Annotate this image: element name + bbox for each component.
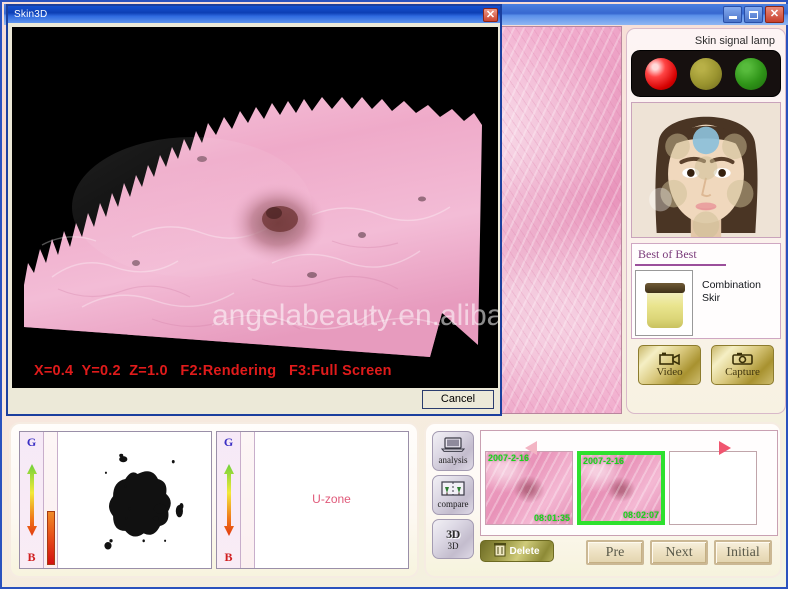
analysis-results-card: G B G B U-zone bbox=[9, 422, 419, 578]
trash-icon bbox=[494, 542, 507, 560]
close-icon: ✕ bbox=[485, 8, 496, 21]
skin-3d-surface-icon bbox=[12, 27, 498, 389]
best-of-best-title: Best of Best bbox=[635, 246, 726, 266]
laptop-icon bbox=[440, 437, 466, 454]
skin3d-close-button[interactable]: ✕ bbox=[483, 7, 498, 22]
video-button[interactable]: Video bbox=[638, 345, 701, 385]
analysis-button[interactable]: analysis bbox=[432, 431, 474, 471]
cream-lid-icon bbox=[645, 283, 685, 293]
minimize-icon bbox=[728, 15, 737, 19]
media-button-group: Video Capture bbox=[631, 345, 781, 385]
bottom-area: G B G B U-zone analysis compare 3D 3D 20… bbox=[6, 416, 786, 588]
signal-lamp-box bbox=[631, 50, 781, 97]
gb-scale: G B bbox=[20, 432, 44, 568]
best-of-best-body: Combination Skir bbox=[635, 270, 777, 336]
navigation-button-group: Pre Next Initial bbox=[586, 540, 772, 565]
thumbnail-item-selected[interactable]: 2007-2-16 08:02:07 bbox=[577, 451, 665, 525]
delete-label: Delete bbox=[509, 545, 540, 557]
skin3d-dialog: Skin3D ✕ angelabeauty.en.aliba X=0.4 Y=0… bbox=[6, 4, 502, 416]
delete-button[interactable]: Delete bbox=[480, 540, 554, 562]
product-name: Combination Skir bbox=[702, 279, 761, 304]
right-sidebar: Skin signal lamp Best of Best Combinatio… bbox=[626, 28, 786, 414]
face-zone-diagram[interactable] bbox=[631, 102, 781, 238]
thumbnail-item-empty[interactable] bbox=[669, 451, 757, 525]
next-button[interactable]: Next bbox=[650, 540, 708, 565]
lamp-yellow-icon bbox=[689, 57, 722, 90]
skin-surface-mesh bbox=[12, 27, 498, 389]
uzone-label: U-zone bbox=[312, 491, 351, 506]
close-icon: ✕ bbox=[769, 8, 780, 20]
scale-label-top: G bbox=[223, 435, 234, 449]
capture-button[interactable]: Capture bbox=[711, 345, 774, 385]
cancel-button[interactable]: Cancel bbox=[422, 389, 494, 409]
thumbnail-date-bottom: 08:01:35 bbox=[533, 513, 570, 523]
maximize-button[interactable] bbox=[744, 6, 763, 23]
scale-gradient-arrow-icon bbox=[222, 450, 236, 550]
scale-gradient-arrow-icon bbox=[25, 450, 39, 550]
gallery-card: analysis compare 3D 3D 2007-2-16 08:01:3… bbox=[424, 422, 782, 578]
initial-button[interactable]: Initial bbox=[714, 540, 772, 565]
level-bar bbox=[47, 510, 55, 565]
compare-button[interactable]: compare bbox=[432, 475, 474, 515]
face-illustration-icon bbox=[632, 103, 780, 237]
level-indicator-column bbox=[44, 432, 58, 568]
prev-arrow-icon[interactable] bbox=[521, 439, 543, 462]
skin3d-titlebar[interactable]: Skin3D ✕ bbox=[8, 6, 500, 23]
best-of-best-panel: Best of Best Combination Skir bbox=[631, 243, 781, 339]
next-arrow-icon[interactable] bbox=[713, 439, 735, 462]
thumbnail-date-top: 2007-2-16 bbox=[583, 456, 625, 466]
pigment-blob-icon bbox=[58, 432, 211, 568]
camera-icon bbox=[731, 352, 753, 365]
application-window: ✕ angelabeauty.en.alibaba.com Skin signa… bbox=[0, 0, 788, 589]
tool-button-column: analysis compare 3D 3D bbox=[432, 431, 474, 559]
compare-icon bbox=[441, 481, 465, 498]
cream-jar-icon bbox=[647, 290, 683, 328]
signal-lamp-title: Skin signal lamp bbox=[694, 35, 775, 47]
pigment-analysis-panel[interactable]: G B bbox=[19, 431, 212, 569]
analysis-label: analysis bbox=[438, 455, 468, 465]
uzone-analysis-panel[interactable]: G B U-zone bbox=[216, 431, 409, 569]
minimize-button[interactable] bbox=[723, 6, 742, 23]
capture-label: Capture bbox=[725, 366, 760, 378]
product-thumbnail[interactable] bbox=[635, 270, 693, 336]
close-button[interactable]: ✕ bbox=[765, 6, 784, 23]
maximize-icon bbox=[749, 10, 758, 19]
level-indicator-column bbox=[241, 432, 255, 568]
lamp-red-icon bbox=[645, 57, 678, 90]
render-hud-text: X=0.4 Y=0.2 Z=1.0 F2:Rendering F3:Full S… bbox=[34, 363, 392, 379]
lamp-green-icon bbox=[734, 57, 767, 90]
scale-label-bottom: B bbox=[224, 550, 233, 564]
pigment-map-canvas[interactable] bbox=[58, 432, 211, 568]
selected-zone-marker bbox=[692, 126, 720, 155]
scale-label-top: G bbox=[26, 435, 37, 449]
3d-label: 3D bbox=[447, 540, 459, 551]
pre-button[interactable]: Pre bbox=[586, 540, 644, 565]
scale-label-bottom: B bbox=[27, 550, 36, 564]
compare-label: compare bbox=[437, 499, 469, 509]
uzone-map-canvas[interactable]: U-zone bbox=[255, 432, 408, 568]
skin3d-title: Skin3D bbox=[14, 9, 48, 20]
camcorder-icon bbox=[658, 352, 680, 365]
gb-scale: G B bbox=[217, 432, 241, 568]
skin3d-footer: Cancel bbox=[12, 388, 498, 410]
thumbnail-strip: 2007-2-16 08:01:35 2007-2-16 08:02:07 bbox=[480, 430, 778, 536]
video-label: Video bbox=[656, 366, 683, 378]
thumbnail-item[interactable]: 2007-2-16 08:01:35 bbox=[485, 451, 573, 525]
cube-3d-icon: 3D bbox=[446, 526, 460, 541]
skin3d-render-canvas[interactable]: angelabeauty.en.alibaba.com X=0.4 Y=0.2 … bbox=[12, 27, 498, 389]
3d-button[interactable]: 3D 3D bbox=[432, 519, 474, 559]
thumbnail-date-bottom: 08:02:07 bbox=[622, 510, 659, 520]
